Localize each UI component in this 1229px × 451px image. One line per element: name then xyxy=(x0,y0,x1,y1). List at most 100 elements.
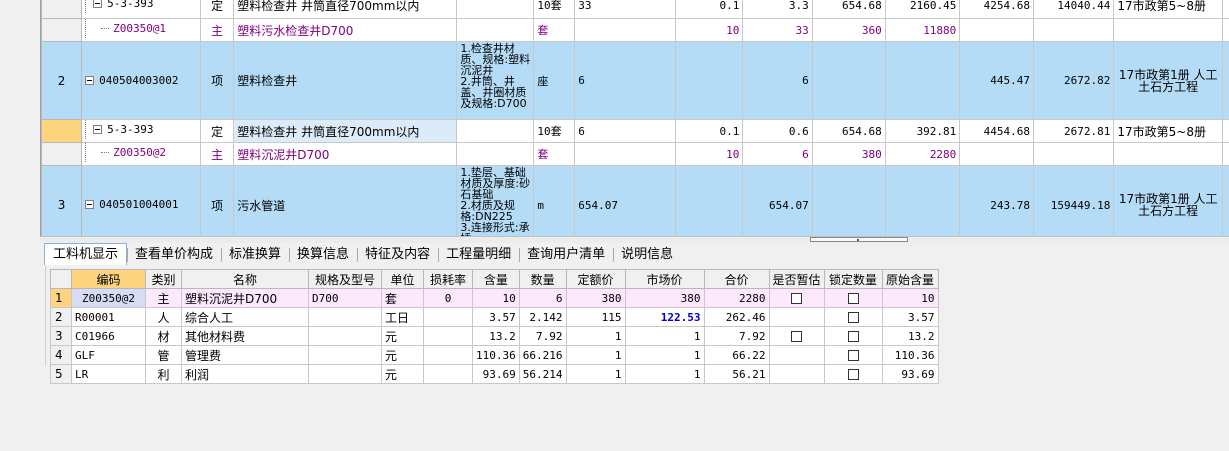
content-amount[interactable]: 3.57 xyxy=(472,307,520,327)
market-price[interactable]: 1 xyxy=(624,345,705,365)
tree-code-cell[interactable]: Z00350@2 xyxy=(81,142,201,166)
resource-name[interactable]: 综合人工 xyxy=(181,307,309,327)
row-number[interactable]: 5 xyxy=(50,364,72,384)
quantity-expr[interactable]: 6 xyxy=(574,119,677,143)
resource-row[interactable]: 5 LR 利利润元 93.69 56.214 1 1 56.21 93.69 xyxy=(50,364,939,384)
tab-4[interactable]: 特征及内容 xyxy=(357,244,438,265)
lock-quantity-cell[interactable] xyxy=(823,307,883,327)
item-name[interactable]: 塑料沉泥井D700 xyxy=(233,142,458,166)
tree-code-cell[interactable]: 5-3-393 xyxy=(81,0,201,19)
item-name[interactable]: 塑料检查井 井筒直径700mm以内 xyxy=(233,0,458,19)
column-header[interactable]: 市场价 xyxy=(624,269,705,289)
lock-quantity-checkbox[interactable] xyxy=(847,293,859,304)
resource-code[interactable]: C01966 xyxy=(71,326,146,346)
tab-2[interactable]: 标准换算 xyxy=(221,244,289,265)
resource-name[interactable]: 管理费 xyxy=(181,345,309,365)
row-number[interactable]: 4 xyxy=(50,345,72,365)
column-header[interactable]: 原始含量 xyxy=(881,269,939,289)
loss-rate[interactable]: 0 xyxy=(423,288,473,308)
column-header[interactable]: 单位 xyxy=(381,269,424,289)
bill-row[interactable]: 5-3-393 定塑料检查井 井筒直径700mm以内 10套 33 0.1 3.3 654.… xyxy=(41,0,1229,19)
item-name[interactable]: 塑料检查井 井筒直径700mm以内 xyxy=(233,119,458,143)
resource-unit[interactable]: 元 xyxy=(381,345,424,365)
resource-row[interactable]: 3 C01966 材其他材料费元 13.2 7.92 1 1 7.92 13.2 xyxy=(50,326,939,346)
column-header[interactable]: 规格及型号 xyxy=(308,269,382,289)
column-header[interactable]: 是否暂估 xyxy=(768,269,825,289)
bill-row[interactable]: Z00350@1 主塑料污水检查井D700 套 10 33 360 11880 xyxy=(41,18,1229,42)
row-number[interactable]: 2 xyxy=(50,307,72,327)
resource-code[interactable]: LR xyxy=(71,364,146,384)
bill-row[interactable]: 3 040501004001 项污水管道 1.垫层、基础材质及厚度:砂石基础 2.材质… xyxy=(41,165,1229,236)
resource-unit[interactable]: 工日 xyxy=(381,307,424,327)
item-features[interactable] xyxy=(456,142,535,166)
resource-spec[interactable] xyxy=(308,345,382,365)
resource-row[interactable]: 4 GLF 管管理费元 110.36 66.216 1 1 66.22 110.36 xyxy=(50,345,939,365)
resource-unit[interactable]: 元 xyxy=(381,364,424,384)
corner-cell[interactable] xyxy=(50,269,72,289)
quantity-expr[interactable] xyxy=(574,18,677,42)
tree-code-cell[interactable]: 040501004001 xyxy=(81,165,201,236)
collapse-icon[interactable] xyxy=(85,75,95,85)
tab-5[interactable]: 工程量明细 xyxy=(438,244,519,265)
bill-row[interactable]: 5-3-393 定塑料检查井 井筒直径700mm以内 10套 6 0.1 0.6 654.6… xyxy=(41,119,1229,143)
provisional-estimate-cell[interactable] xyxy=(768,326,825,346)
loss-rate[interactable] xyxy=(423,307,473,327)
lock-quantity-checkbox[interactable] xyxy=(847,350,859,361)
tree-code-cell[interactable]: 5-3-393 xyxy=(81,119,201,143)
collapse-icon[interactable] xyxy=(93,0,103,8)
quantity-expr[interactable]: 654.07 xyxy=(574,165,677,236)
provisional-estimate-cell[interactable] xyxy=(768,345,825,365)
item-features[interactable]: 1.垫层、基础材质及厚度:砂石基础 2.材质及规格:DN225 3.连接形式:承… xyxy=(456,165,535,236)
lock-quantity-checkbox[interactable] xyxy=(847,331,859,342)
row-number[interactable] xyxy=(41,119,83,143)
row-number[interactable] xyxy=(41,0,83,19)
column-header[interactable]: 定额价 xyxy=(565,269,626,289)
lock-quantity-cell[interactable] xyxy=(823,364,883,384)
resource-name[interactable]: 塑料沉泥井D700 xyxy=(181,288,309,308)
column-header[interactable]: 锁定数量 xyxy=(823,269,883,289)
resource-unit[interactable]: 套 xyxy=(381,288,424,308)
provisional-estimate-cell[interactable] xyxy=(768,307,825,327)
row-number[interactable]: 1 xyxy=(50,288,72,308)
item-features[interactable] xyxy=(456,0,535,19)
resource-code[interactable]: Z00350@2 xyxy=(71,288,146,308)
resource-name[interactable]: 其他材料费 xyxy=(181,326,309,346)
quantity-expr[interactable]: 6 xyxy=(574,41,677,120)
column-header[interactable]: 名称 xyxy=(181,269,309,289)
tree-code-cell[interactable]: 040504003002 xyxy=(81,41,201,120)
resource-spec[interactable] xyxy=(308,364,382,384)
lock-quantity-checkbox[interactable] xyxy=(847,312,859,323)
item-features[interactable]: 1.检查井材质、规格:塑料沉泥井 2.井筒、井盖、井圈材质及规格:D700 xyxy=(456,41,535,120)
lock-quantity-checkbox[interactable] xyxy=(847,369,859,380)
lock-quantity-cell[interactable] xyxy=(823,288,883,308)
resource-code[interactable]: R00001 xyxy=(71,307,146,327)
upper-grid[interactable]: 5-3-393 定塑料检查井 井筒直径700mm以内 10套 33 0.1 3.3 654.… xyxy=(40,0,1229,236)
resource-spec[interactable] xyxy=(308,326,382,346)
item-features[interactable] xyxy=(456,119,535,143)
tab-7[interactable]: 说明信息 xyxy=(613,244,681,265)
item-name[interactable]: 塑料污水检查井D700 xyxy=(233,18,458,42)
bill-row[interactable]: Z00350@2 主塑料沉泥井D700 套 10 6 380 2280 xyxy=(41,142,1229,166)
provisional-estimate-cell[interactable] xyxy=(768,364,825,384)
column-header[interactable]: 合价 xyxy=(703,269,770,289)
column-header[interactable]: 类别 xyxy=(145,269,182,289)
row-number[interactable]: 3 xyxy=(41,165,83,236)
tab-0[interactable]: 工料机显示 xyxy=(44,243,128,265)
column-header[interactable]: 含量 xyxy=(472,269,520,289)
bill-row[interactable]: 2 040504003002 项塑料检查井 1.检查井材质、规格:塑料沉泥井 2.井筒… xyxy=(41,41,1229,120)
pane-splitter[interactable] xyxy=(40,236,1229,243)
quantity-expr[interactable]: 33 xyxy=(574,0,677,19)
collapse-icon[interactable] xyxy=(93,125,103,134)
horizontal-scrollbar-thumb[interactable] xyxy=(810,237,908,242)
tree-code-cell[interactable]: Z00350@1 xyxy=(81,18,201,42)
resource-code[interactable]: GLF xyxy=(71,345,146,365)
row-number[interactable]: 2 xyxy=(41,41,83,120)
row-number[interactable] xyxy=(41,142,83,166)
market-price[interactable]: 1 xyxy=(624,364,705,384)
tab-3[interactable]: 换算信息 xyxy=(289,244,357,265)
item-name[interactable]: 塑料检查井 xyxy=(233,41,458,120)
loss-rate[interactable] xyxy=(423,345,473,365)
resource-spec[interactable] xyxy=(308,307,382,327)
resource-row[interactable]: 2 R00001 人综合人工 工日 3.57 2.142 115 122.53 262.46 3.… xyxy=(50,307,939,327)
provisional-estimate-cell[interactable] xyxy=(768,288,825,308)
